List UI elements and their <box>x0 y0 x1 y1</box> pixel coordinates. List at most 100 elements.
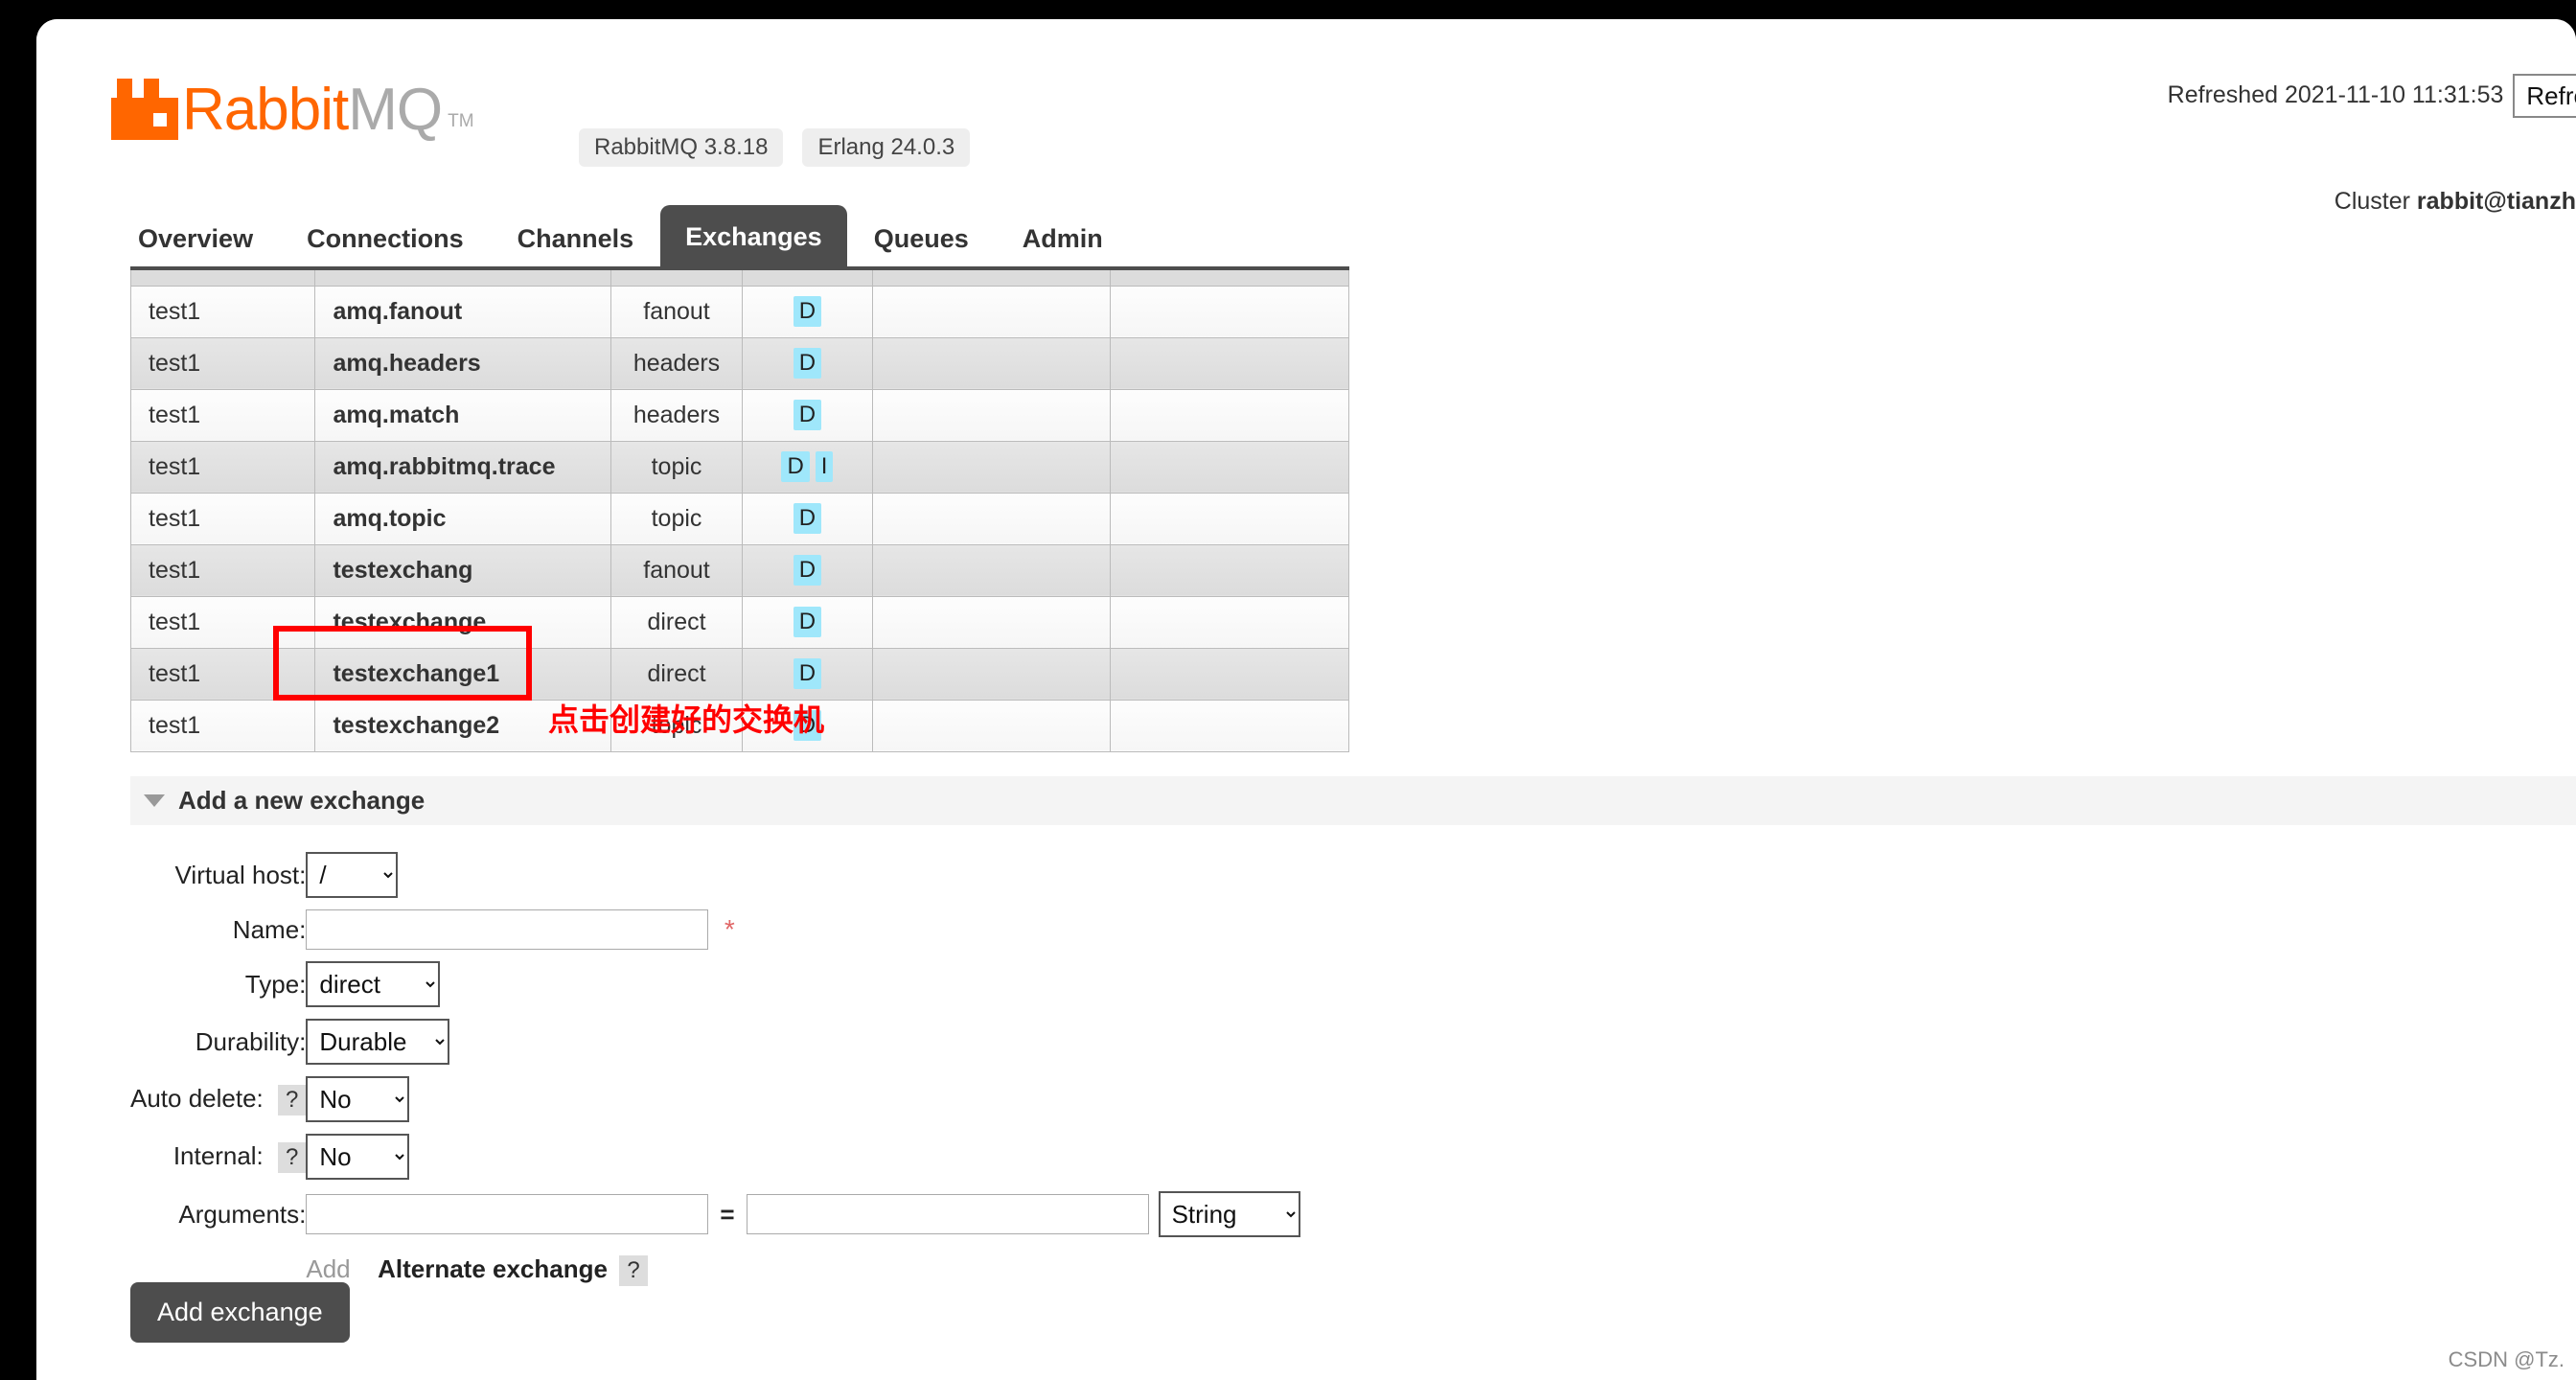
alternate-cell: Add Alternate exchange ? <box>306 1243 1300 1292</box>
durability-select[interactable]: Durable <box>306 1019 449 1065</box>
cluster-name: rabbit@tianzhuangdeMacBook-Pro <box>2417 188 2576 215</box>
cell-exchange-name[interactable]: amq.headers <box>315 337 610 389</box>
csdn-watermark: CSDN @Tz. <box>2449 1347 2564 1372</box>
page-header: Rabbit MQ TM RabbitMQ 3.8.18 Erlang 24.0… <box>36 19 2576 201</box>
feature-badge: D <box>794 503 821 534</box>
virtual-host-cell: / <box>306 846 1300 904</box>
equals-sign: = <box>720 1200 734 1230</box>
cell-rate-out <box>1111 337 1349 389</box>
rabbitmq-management-page: Rabbit MQ TM RabbitMQ 3.8.18 Erlang 24.0… <box>36 19 2576 1380</box>
cell-rate-out <box>1111 544 1349 596</box>
refreshed-timestamp: Refreshed 2021-11-10 11:31:53 <box>2168 69 2504 122</box>
add-exchange-title: Add a new exchange <box>178 786 425 816</box>
cell-virtual-host: test1 <box>131 337 315 389</box>
auto-delete-select[interactable]: No <box>306 1076 409 1122</box>
feature-badge: I <box>816 451 834 482</box>
rabbit-logo-icon <box>111 79 178 140</box>
argument-value-input[interactable] <box>747 1194 1149 1234</box>
feature-badge: D <box>794 296 821 327</box>
feature-badge: D <box>794 348 821 379</box>
argument-type-select[interactable]: String <box>1159 1191 1300 1237</box>
cell-type: fanout <box>610 286 743 337</box>
name-cell: * <box>306 904 1300 955</box>
cell-rate-out <box>1111 596 1349 648</box>
cell-features: D <box>743 493 872 544</box>
add-argument-link[interactable]: Add <box>306 1254 350 1283</box>
cell-rate-in <box>872 700 1111 751</box>
logo-text-mq: MQ <box>348 80 442 140</box>
rabbitmq-version-badge: RabbitMQ 3.8.18 <box>579 128 783 167</box>
internal-select[interactable]: No <box>306 1134 409 1180</box>
cell-exchange-name[interactable]: amq.rabbitmq.trace <box>315 441 610 493</box>
cell-features: D <box>743 389 872 441</box>
table-row[interactable]: test1testexchange1directD <box>131 648 1349 700</box>
header-status-panel: Refreshed 2021-11-10 11:31:53 Refresh ev… <box>1857 69 2576 281</box>
cell-rate-in <box>872 337 1111 389</box>
cell-rate-in <box>872 286 1111 337</box>
exchanges-table-body: test1amq.fanoutfanoutDtest1amq.headershe… <box>131 268 1349 751</box>
alternate-exchange-label[interactable]: Alternate exchange <box>378 1254 608 1283</box>
cell-virtual-host: test1 <box>131 596 315 648</box>
logo-text-rabbit: Rabbit <box>182 80 348 140</box>
refresh-interval-select[interactable]: Refresh every 5 seconds <box>2513 74 2576 118</box>
cell-exchange-name[interactable]: testexchange <box>315 596 610 648</box>
cell-exchange-name[interactable]: testexchang <box>315 544 610 596</box>
form-row-durability: Durability: Durable <box>130 1013 1300 1070</box>
virtual-host-input[interactable]: / <box>306 852 398 898</box>
form-row-arguments: Arguments: = String <box>130 1185 1300 1243</box>
tab-admin[interactable]: Admin <box>996 211 1130 266</box>
auto-delete-help-icon[interactable]: ? <box>278 1085 306 1116</box>
durability-cell: Durable <box>306 1013 1300 1070</box>
tab-overview[interactable]: Overview <box>111 211 280 266</box>
cell-type: direct <box>610 648 743 700</box>
exchanges-table: test1amq.fanoutfanoutDtest1amq.headershe… <box>130 266 1349 752</box>
cell-type: headers <box>610 337 743 389</box>
form-row-internal: Internal: ? No <box>130 1128 1300 1185</box>
cell-type: topic <box>610 493 743 544</box>
table-row[interactable]: test1amq.rabbitmq.tracetopicDI <box>131 441 1349 493</box>
cell-type: topic <box>610 441 743 493</box>
user-row: User admin <box>1857 228 2576 281</box>
type-cell: direct <box>306 955 1300 1013</box>
table-row[interactable]: test1testexchangedirectD <box>131 596 1349 648</box>
arguments-cell: = String <box>306 1185 1300 1243</box>
cell-exchange-name[interactable]: testexchange1 <box>315 648 610 700</box>
table-row[interactable]: test1amq.matchheadersD <box>131 389 1349 441</box>
cell-type: fanout <box>610 544 743 596</box>
virtual-host-row: Virtual host All <box>1857 122 2576 175</box>
table-row[interactable]: test1amq.fanoutfanout D <box>131 286 1349 337</box>
tab-connections[interactable]: Connections <box>280 211 491 266</box>
annotation-text: 点击创建好的交换机 <box>548 696 824 740</box>
chevron-down-icon[interactable] <box>144 794 165 807</box>
add-exchange-section-header[interactable]: Add a new exchange <box>130 776 2576 825</box>
cell-rate-out <box>1111 441 1349 493</box>
cell-rate-in <box>872 544 1111 596</box>
table-row[interactable]: test1amq.headersheaders D <box>131 337 1349 389</box>
form-row-auto-delete: Auto delete: ? No <box>130 1070 1300 1128</box>
tab-channels[interactable]: Channels <box>491 211 661 266</box>
browser-window: Rabbit MQ TM RabbitMQ 3.8.18 Erlang 24.0… <box>36 19 2576 1380</box>
refresh-row: Refreshed 2021-11-10 11:31:53 Refresh ev… <box>1857 69 2576 122</box>
cell-virtual-host: test1 <box>131 286 315 337</box>
internal-label-text: Internal: <box>173 1141 264 1170</box>
add-exchange-button[interactable]: Add exchange <box>130 1282 350 1343</box>
durability-form-label: Durability: <box>130 1013 306 1070</box>
argument-key-input[interactable] <box>306 1194 708 1234</box>
cell-exchange-name[interactable]: amq.topic <box>315 493 610 544</box>
cluster-row: Cluster rabbit@tianzhuangdeMacBook-Pro <box>1857 175 2576 228</box>
alternate-exchange-help-icon[interactable]: ? <box>619 1255 647 1286</box>
exchange-name-input[interactable] <box>306 909 708 950</box>
cell-exchange-name[interactable]: amq.match <box>315 389 610 441</box>
cell-exchange-name[interactable]: amq.fanout <box>315 286 610 337</box>
rabbitmq-logo[interactable]: Rabbit MQ TM <box>111 79 474 140</box>
table-row[interactable]: test1testexchangfanoutD <box>131 544 1349 596</box>
tab-exchanges[interactable]: Exchanges <box>660 205 847 266</box>
table-row[interactable]: test1amq.topictopicD <box>131 493 1349 544</box>
arguments-form-label: Arguments: <box>130 1185 306 1243</box>
cell-rate-out <box>1111 389 1349 441</box>
internal-help-icon[interactable]: ? <box>278 1142 306 1173</box>
exchange-type-select[interactable]: direct <box>306 961 440 1007</box>
internal-form-label: Internal: ? <box>130 1128 306 1185</box>
type-form-label: Type: <box>130 955 306 1013</box>
tab-queues[interactable]: Queues <box>847 211 996 266</box>
